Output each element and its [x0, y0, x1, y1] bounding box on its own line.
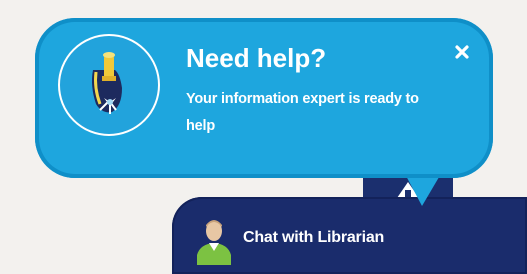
chat-with-librarian-label[interactable]: Chat with Librarian [243, 229, 384, 247]
close-icon[interactable] [454, 44, 470, 60]
help-popup-message: Your information expert is ready to help [186, 91, 419, 134]
help-popup-title: Need help? [186, 43, 327, 73]
librarian-icon [92, 52, 122, 114]
user-avatar-icon [197, 220, 231, 265]
librarian-icon-circle [58, 34, 160, 136]
